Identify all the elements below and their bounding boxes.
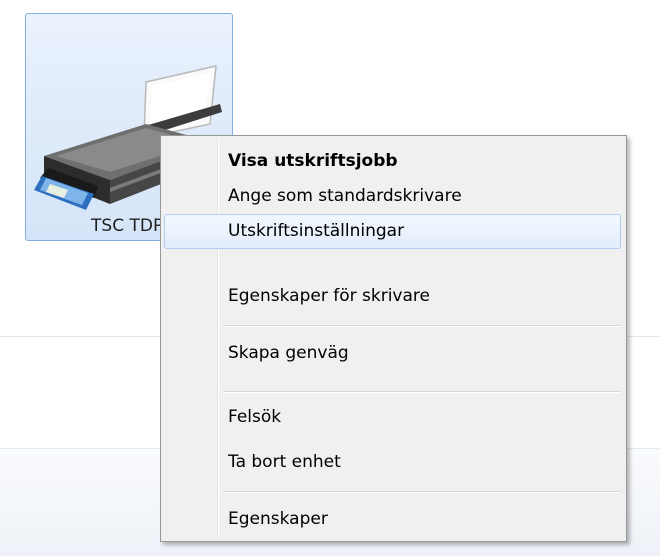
menu-separator xyxy=(223,325,621,326)
menu-item-view-print-jobs[interactable]: Visa utskriftsjobb xyxy=(164,144,621,179)
menu-item-create-shortcut[interactable]: Skapa genväg xyxy=(164,336,621,371)
menu-separator xyxy=(223,391,621,392)
menu-separator xyxy=(223,491,621,492)
menu-item-troubleshoot[interactable]: Felsök xyxy=(164,400,621,435)
menu-item-properties[interactable]: Egenskaper xyxy=(164,502,621,537)
menu-item-printing-preferences[interactable]: Utskriftsinställningar xyxy=(164,214,621,249)
context-menu: Visa utskriftsjobb Ange som standardskri… xyxy=(160,135,627,542)
devices-folder-view: TSC TDP- Visa utskriftsjobb Ange som sta… xyxy=(0,0,660,556)
menu-item-printer-properties[interactable]: Egenskaper för skrivare xyxy=(164,279,621,314)
menu-item-remove-device[interactable]: Ta bort enhet xyxy=(164,445,621,480)
menu-item-set-as-default-printer[interactable]: Ange som standardskrivare xyxy=(164,179,621,214)
